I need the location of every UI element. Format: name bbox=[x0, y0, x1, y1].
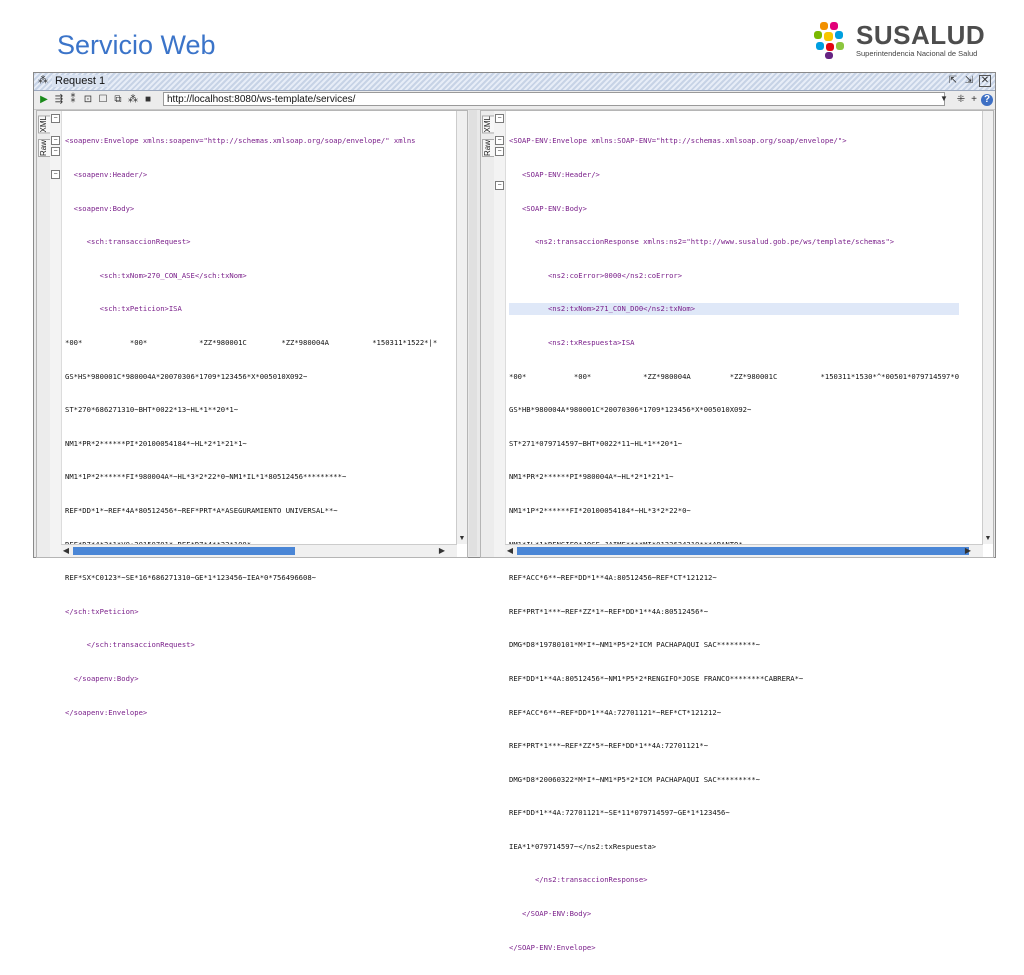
code-line: *00* *00* *ZZ*980004A *ZZ*980001C *15031… bbox=[509, 371, 960, 381]
scroll-down-icon[interactable]: ▼ bbox=[457, 534, 467, 544]
code-line: NM1*PR*2******PI*980004A*~HL*2*1*21*1~ bbox=[509, 472, 674, 482]
request-vertical-scrollbar[interactable]: ▼ bbox=[456, 111, 467, 544]
add-icon[interactable]: + bbox=[968, 94, 980, 106]
code-line: NM1*1P*2******FI*980004A*~HL*3*2*22*0~NM… bbox=[65, 472, 347, 482]
code-line: <SOAP-ENV:Envelope xmlns:SOAP-ENV="http:… bbox=[509, 136, 847, 146]
fold-toggle-icon[interactable]: − bbox=[495, 136, 504, 145]
code-line: NM1*1P*2******FI*20100054184*~HL*3*2*22*… bbox=[509, 505, 691, 515]
request-toolbar: ▶ ⇶ ⁑ ⊡ ☐ ⧉ ⁂ ■ http://localhost:8080/ws… bbox=[34, 91, 995, 110]
tile-icon[interactable]: ☐ bbox=[97, 94, 109, 106]
susalud-logo: SUSALUD Superintendencia Nacional de Sal… bbox=[812, 18, 992, 62]
code-line: DMG*D8*20060322*M*I*~NM1*P5*2*ICM PACHAP… bbox=[509, 774, 760, 784]
response-editor[interactable]: XML Raw − − − − <SOAP-ENV:Envelope xmlns… bbox=[480, 110, 994, 952]
slide-title: Servicio Web bbox=[57, 30, 216, 60]
code-line: <ns2:transaccionResponse xmlns:ns2="http… bbox=[509, 237, 895, 247]
code-line: <soapenv:Envelope xmlns:soapenv="http://… bbox=[65, 136, 416, 146]
response-side-tabs: XML Raw bbox=[481, 111, 495, 557]
fold-gutter: − − − − bbox=[494, 111, 506, 557]
copy-icon[interactable]: ⧉ bbox=[112, 94, 124, 106]
code-line: <SOAP-ENV:Header/> bbox=[509, 170, 600, 179]
clone-icon[interactable]: ⊡ bbox=[82, 94, 94, 106]
code-line: IEA*1*079714597~</ns2:txRespuesta> bbox=[509, 841, 657, 851]
help-icon[interactable]: ? bbox=[981, 94, 993, 106]
code-line: ST*271*079714597~BHT*0022*11~HL*1**20*1~ bbox=[509, 438, 683, 448]
code-line: <ns2:coError>0000</ns2:coError> bbox=[509, 270, 683, 280]
susalud-logo-mark-icon bbox=[814, 22, 844, 59]
code-line: <soapenv:Body> bbox=[65, 203, 135, 213]
response-horizontal-scrollbar[interactable]: ◀ ▶ bbox=[505, 544, 983, 557]
code-line: <sch:transaccionRequest> bbox=[65, 237, 191, 247]
scroll-right-icon[interactable]: ▶ bbox=[437, 545, 447, 557]
code-line: <ns2:txRespuesta>ISA bbox=[509, 337, 635, 347]
request-xml-code[interactable]: <soapenv:Envelope xmlns:soapenv="http://… bbox=[65, 113, 437, 740]
code-line: </SOAP-ENV:Body> bbox=[509, 909, 592, 919]
code-line: NM1*PR*2******PI*20100054184*~HL*2*1*21*… bbox=[65, 438, 247, 448]
code-line: *00* *00* *ZZ*980001C *ZZ*980004A *15031… bbox=[65, 337, 438, 347]
scroll-right-icon[interactable]: ▶ bbox=[963, 545, 973, 557]
scroll-thumb[interactable] bbox=[517, 547, 969, 555]
window-title: Request 1 bbox=[52, 75, 109, 87]
code-line: DMG*D8*19780101*M*I*~NM1*P5*2*ICM PACHAP… bbox=[509, 640, 760, 650]
code-line: ST*270*686271310~BHT*0022*13~HL*1**20*1~ bbox=[65, 405, 239, 415]
code-line: </ns2:transaccionResponse> bbox=[509, 875, 648, 885]
code-line: </sch:transaccionRequest> bbox=[65, 640, 195, 650]
code-line: GS*HS*980001C*980004A*20070306*1709*1234… bbox=[65, 371, 308, 381]
code-line-current: <ns2:txNom>271_CON_DO0</ns2:txNom> bbox=[509, 303, 960, 315]
code-line: REF*DD*1*~REF*4A*80512456*~REF*PRT*A*ASE… bbox=[65, 505, 338, 515]
logo-name: SUSALUD bbox=[856, 20, 986, 50]
code-line: </soapenv:Envelope> bbox=[65, 707, 148, 717]
submit-request-icon[interactable]: ▶ bbox=[38, 94, 50, 106]
close-icon[interactable]: ✕ bbox=[979, 75, 991, 87]
request-horizontal-scrollbar[interactable]: ◀ ▶ bbox=[61, 544, 457, 557]
code-line: REF*ACC*6**~REF*DD*1**4A:80512456~REF*CT… bbox=[509, 573, 717, 583]
maximize-icon[interactable]: ⇲ bbox=[963, 75, 975, 87]
stop-icon[interactable]: ■ bbox=[142, 94, 154, 106]
code-line: REF*DD*1**4A:72701121*~SE*11*079714597~G… bbox=[509, 808, 730, 818]
code-line: REF*PRT*1***~REF*ZZ*5*~REF*DD*1**4A:7270… bbox=[509, 741, 709, 751]
scroll-left-icon[interactable]: ◀ bbox=[505, 545, 515, 557]
fold-toggle-icon[interactable]: − bbox=[51, 136, 60, 145]
fold-gutter: − − − − bbox=[50, 111, 62, 557]
fold-toggle-icon[interactable]: − bbox=[51, 147, 60, 156]
code-line: <sch:txNom>270_CON_ASE</sch:txNom> bbox=[65, 270, 247, 280]
fold-toggle-icon[interactable]: − bbox=[495, 181, 504, 190]
code-line: GS*HB*980004A*980001C*20070306*1709*1234… bbox=[509, 405, 752, 415]
window-titlebar: ⁂ Request 1 ⇱ ⇲ ✕ bbox=[34, 73, 995, 91]
scroll-thumb[interactable] bbox=[73, 547, 295, 555]
add-header-icon[interactable]: ⇶ bbox=[53, 94, 65, 106]
settings-icon[interactable]: ⁜ bbox=[955, 94, 967, 106]
options-icon[interactable]: ⁂ bbox=[127, 94, 139, 106]
code-line: REF*PRT*1***~REF*ZZ*1*~REF*DD*1**4A:8051… bbox=[509, 606, 709, 616]
code-line: REF*DD*1**4A:80512456*~NM1*P5*2*RENGIFO*… bbox=[509, 673, 804, 683]
logo-subtitle: Superintendencia Nacional de Salud bbox=[856, 49, 978, 58]
scroll-left-icon[interactable]: ◀ bbox=[61, 545, 71, 557]
soapui-request-window: ⁂ Request 1 ⇱ ⇲ ✕ ▶ ⇶ ⁑ ⊡ ☐ ⧉ ⁂ ■ http:/… bbox=[33, 72, 996, 952]
code-line: <sch:txPeticion>ISA bbox=[65, 304, 182, 314]
code-line: </sch:txPeticion> bbox=[65, 606, 139, 616]
request-icon: ⁂ bbox=[38, 75, 48, 86]
fold-toggle-icon[interactable]: − bbox=[51, 170, 60, 179]
code-line: <SOAP-ENV:Body> bbox=[509, 203, 587, 213]
scroll-down-icon[interactable]: ▼ bbox=[983, 534, 993, 544]
request-editor[interactable]: XML Raw − − − − <soapenv:Envelope xmlns:… bbox=[36, 110, 468, 717]
code-line: <soapenv:Header/> bbox=[65, 170, 148, 179]
response-vertical-scrollbar[interactable]: ▼ bbox=[982, 111, 993, 544]
code-line: </soapenv:Body> bbox=[65, 673, 139, 683]
code-line: REF*SX*C0123*~SE*16*686271310~GE*1*12345… bbox=[65, 573, 316, 583]
url-dropdown-icon[interactable]: ▼ bbox=[939, 93, 949, 105]
attachment-icon[interactable]: ⁑ bbox=[67, 94, 79, 106]
fold-toggle-icon[interactable]: − bbox=[51, 114, 60, 123]
request-side-tabs: XML Raw bbox=[37, 111, 51, 557]
code-line: REF*ACC*6**~REF*DD*1**4A:72701121*~REF*C… bbox=[509, 707, 722, 717]
fold-toggle-icon[interactable]: − bbox=[495, 114, 504, 123]
fold-toggle-icon[interactable]: − bbox=[495, 147, 504, 156]
code-line: </SOAP-ENV:Envelope> bbox=[509, 942, 596, 952]
pane-splitter[interactable] bbox=[469, 110, 477, 556]
detach-icon[interactable]: ⇱ bbox=[947, 75, 959, 87]
endpoint-url-input[interactable]: http://localhost:8080/ws-template/servic… bbox=[163, 92, 945, 106]
